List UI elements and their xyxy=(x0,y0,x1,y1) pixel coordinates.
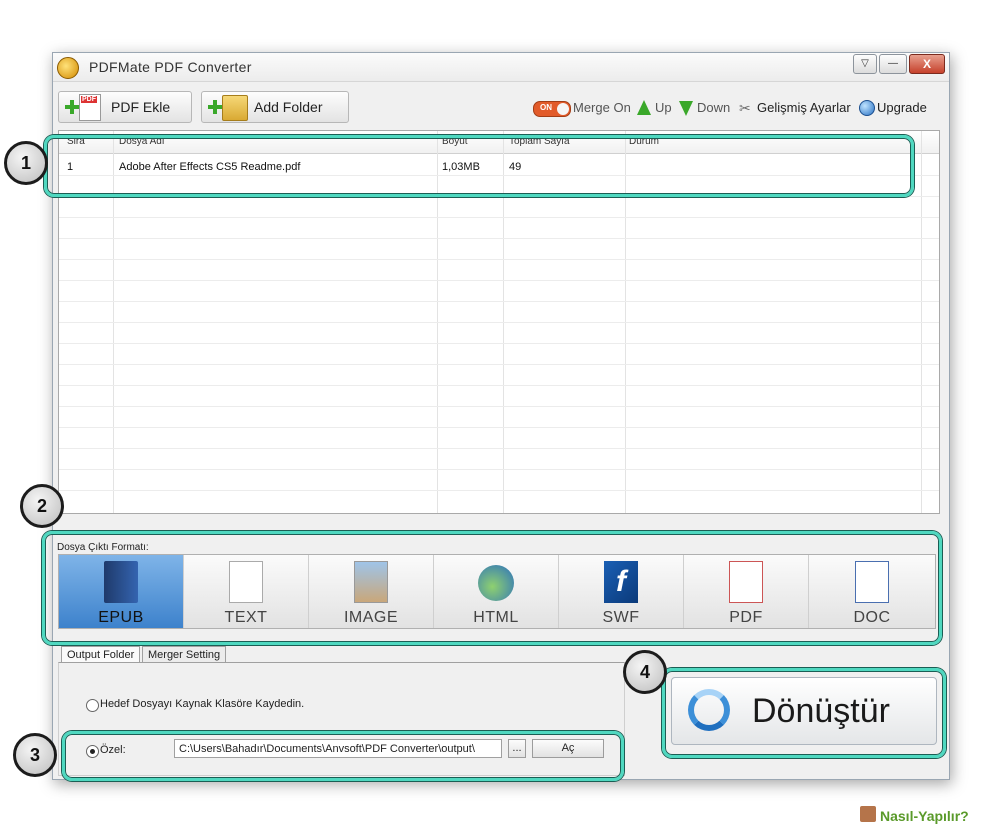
callout-badge-4: 4 xyxy=(623,650,667,694)
upgrade-button[interactable]: Upgrade xyxy=(877,100,927,115)
plus-icon xyxy=(208,100,222,114)
up-button[interactable]: Up xyxy=(655,100,672,115)
callout-badge-3: 3 xyxy=(13,733,57,777)
merge-toggle[interactable]: ON xyxy=(533,101,571,117)
pdf-add-button[interactable]: PDF PDF Ekle xyxy=(58,91,192,123)
plus-icon xyxy=(65,100,79,114)
minimize-button[interactable]: — xyxy=(879,54,907,74)
watermark: Nasıl-Yapılır? xyxy=(880,808,969,824)
source-folder-radio[interactable] xyxy=(86,699,99,712)
advanced-settings-button[interactable]: Gelişmiş Ayarlar xyxy=(757,100,851,115)
callout-convert xyxy=(662,668,946,758)
window-title: PDFMate PDF Converter xyxy=(89,59,252,75)
add-folder-label: Add Folder xyxy=(254,99,323,115)
up-arrow-icon[interactable] xyxy=(637,100,651,115)
callout-badge-1: 1 xyxy=(4,141,48,185)
merge-label[interactable]: Merge On xyxy=(573,100,631,115)
callout-format-bar xyxy=(42,531,942,645)
callout-file-list xyxy=(44,135,914,197)
tools-icon[interactable]: ✂ xyxy=(739,100,751,117)
callout-badge-2: 2 xyxy=(20,484,64,528)
folder-icon xyxy=(222,95,248,121)
source-folder-label: Hedef Dosyayı Kaynak Klasöre Kaydedin. xyxy=(100,698,305,710)
callout-output-path xyxy=(62,731,624,781)
close-button[interactable]: X xyxy=(909,54,945,74)
down-arrow-icon[interactable] xyxy=(679,101,693,116)
pdf-add-label: PDF Ekle xyxy=(111,99,171,115)
add-folder-button[interactable]: Add Folder xyxy=(201,91,349,123)
menu-dropdown-button[interactable]: ▽ xyxy=(853,54,877,74)
app-logo-icon xyxy=(57,57,79,79)
toggle-state: ON xyxy=(540,103,552,112)
globe-icon[interactable] xyxy=(859,100,875,116)
pdf-file-icon: PDF xyxy=(79,94,101,121)
watermark-icon xyxy=(860,806,876,822)
down-button[interactable]: Down xyxy=(697,100,730,115)
title-bar: PDFMate PDF Converter ▽ — X xyxy=(53,53,949,82)
